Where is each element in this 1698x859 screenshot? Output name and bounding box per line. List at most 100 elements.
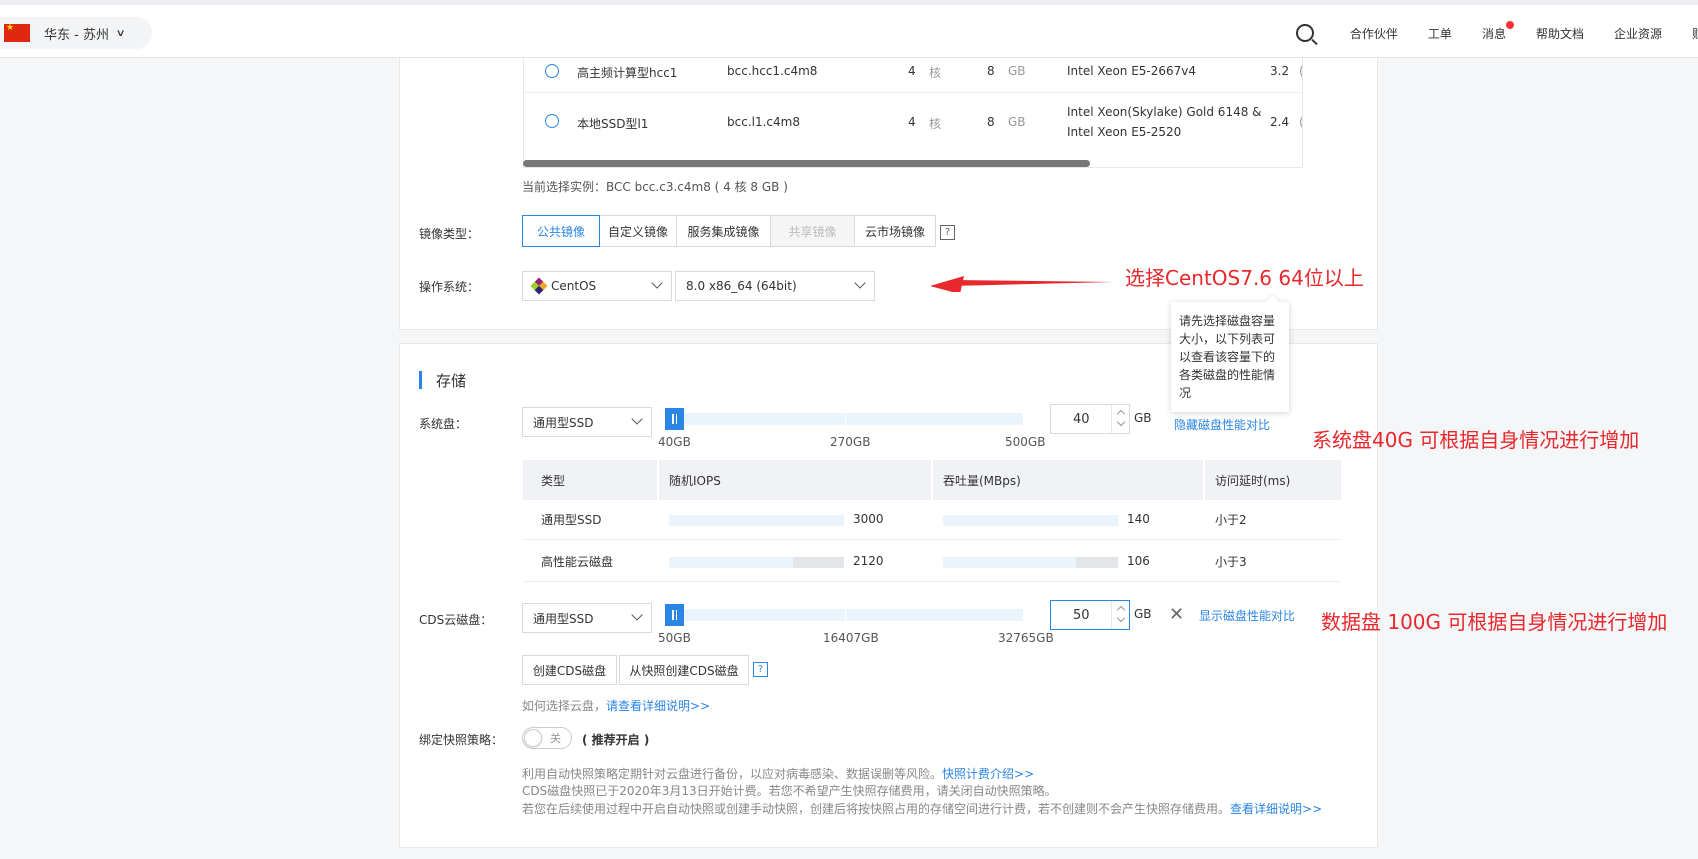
horizontal-scrollbar[interactable] (523, 160, 1090, 167)
iops-bar (669, 557, 844, 568)
slider-max-label: 32765GB (998, 631, 1054, 645)
snapshot-note-3-text: 若您在后续使用过程中开启自动快照或创建手动快照，创建后将按快照占用的存储空间进行… (522, 802, 1231, 816)
tab-public-image[interactable]: 公共镜像 (522, 215, 600, 247)
os-version-value: 8.0 x86_64 (64bit) (686, 279, 797, 293)
snapshot-billing-link[interactable]: 快照计费介绍>> (942, 767, 1034, 781)
table-row[interactable]: 高主频计算型hcc1 bcc.hcc1.c4m8 4 核 8 GB Intel … (524, 58, 1302, 93)
help-icon[interactable]: ? (753, 662, 768, 677)
stepper-icon[interactable] (1111, 601, 1129, 629)
snapshot-note-2: CDS磁盘快照已于2020年3月13日开始计费。若您不希望产生快照存储费用，请关… (522, 784, 1057, 798)
slider-separator (845, 609, 846, 621)
perf-latency: 小于2 (1215, 513, 1247, 527)
os-distro-value: CentOS (551, 279, 597, 293)
os-label: 操作系统： (419, 280, 480, 294)
china-flag-icon (4, 23, 30, 42)
table-row: 通用型SSD 3000 140 小于2 (523, 498, 1341, 540)
cds-disk-unit: GB (1134, 607, 1152, 621)
instance-radio[interactable] (545, 114, 559, 128)
perf-iops: 2120 (853, 554, 884, 568)
tab-service-image[interactable]: 服务集成镜像 (676, 215, 771, 247)
nav-partners[interactable]: 合作伙伴 (1350, 25, 1398, 42)
chevron-down-icon (631, 609, 643, 621)
snapshot-toggle[interactable]: 关 (522, 727, 572, 749)
top-navbar: 华东 - 苏州 ∨ 合作伙伴 工单 消息 帮助文档 企业资源 财 (0, 0, 1698, 58)
snapshot-label: 绑定快照策略： (419, 733, 504, 747)
hide-disk-perf-link[interactable]: 隐藏磁盘性能对比 (1174, 416, 1270, 433)
nav-help-docs[interactable]: 帮助文档 (1536, 25, 1584, 42)
help-icon[interactable]: ? (940, 225, 955, 240)
system-disk-unit: GB (1134, 411, 1152, 425)
disk-tooltip: 请先选择磁盘容量大小，以下列表可以查看该容量下的各类磁盘的性能情况 (1171, 302, 1289, 412)
column-separator (657, 460, 659, 500)
system-disk-size-value: 40 (1073, 411, 1090, 427)
slider-max-label: 500GB (1005, 435, 1046, 449)
nav-messages-label: 消息 (1481, 26, 1506, 41)
create-cds-from-snapshot-button[interactable]: 从快照创建CDS磁盘 (619, 655, 749, 685)
annotation-data-disk: 数据盘 100G 可根据自身情况进行增加 (1321, 610, 1668, 634)
perf-type: 高性能云磁盘 (541, 555, 614, 569)
chevron-down-icon: ∨ (115, 27, 126, 39)
instance-name: 高主频计算型hcc1 (577, 66, 678, 80)
nav-messages[interactable]: 消息 (1481, 20, 1514, 42)
chevron-down-icon (631, 413, 643, 425)
toggle-label: 关 (550, 732, 561, 745)
tab-marketplace-image[interactable]: 云市场镜像 (854, 215, 936, 247)
perf-type: 通用型SSD (541, 513, 602, 527)
system-disk-slider-handle[interactable] (665, 408, 684, 430)
instance-processor-line1: Intel Xeon(Skylake) Gold 6148 & (1067, 105, 1262, 119)
region-selector[interactable]: 华东 - 苏州 ∨ (0, 17, 152, 49)
system-disk-type-select[interactable]: 通用型SSD (522, 407, 652, 437)
instance-cpu: 4 (908, 64, 916, 78)
table-row[interactable]: 本地SSD型l1 bcc.l1.c4m8 4 核 8 GB Intel Xeon… (524, 93, 1302, 157)
iops-bar-fill (669, 557, 794, 568)
cds-disk-slider[interactable] (665, 609, 1023, 621)
instance-frequency: 2.4 (1270, 115, 1290, 129)
perf-header-iops: 随机IOPS (669, 474, 721, 488)
column-separator (931, 460, 933, 500)
red-arrow-icon (930, 276, 1114, 292)
instance-cpu-unit: 核 (929, 117, 942, 131)
instance-table: 高主频计算型hcc1 bcc.hcc1.c4m8 4 核 8 GB Intel … (523, 58, 1303, 168)
column-separator (1203, 460, 1205, 500)
perf-throughput: 106 (1127, 554, 1150, 568)
close-icon[interactable]: ✕ (1169, 604, 1184, 625)
instance-processor: Intel Xeon E5-2667v4 (1067, 64, 1197, 78)
nav-finance[interactable]: 财 (1692, 25, 1698, 42)
show-disk-perf-link[interactable]: 显示磁盘性能对比 (1199, 607, 1295, 624)
perf-header-throughput: 吞吐量(MBps) (943, 474, 1021, 488)
system-disk-label: 系统盘： (419, 417, 468, 431)
top-nav-links: 合作伙伴 工单 消息 帮助文档 企业资源 财 (1295, 20, 1698, 44)
system-disk-slider[interactable] (665, 413, 1023, 425)
tab-shared-image: 共享镜像 (770, 215, 855, 247)
iops-bar (669, 515, 844, 526)
os-version-select[interactable]: 8.0 x86_64 (64bit) (675, 271, 875, 301)
perf-latency: 小于3 (1215, 555, 1247, 569)
cds-disk-slider-handle[interactable] (665, 604, 684, 626)
annotation-system-disk: 系统盘40G 可根据自身情况进行增加 (1312, 428, 1640, 452)
os-distro-select[interactable]: CentOS (522, 271, 672, 301)
system-disk-size-input[interactable]: 40 (1050, 404, 1130, 434)
cds-disk-type-select[interactable]: 通用型SSD (522, 603, 652, 633)
centos-logo-icon (530, 277, 548, 295)
instance-extra: ( (1299, 115, 1302, 129)
instance-spec: bcc.hcc1.c4m8 (727, 64, 818, 78)
instance-cpu-unit: 核 (929, 66, 942, 80)
search-icon[interactable] (1295, 24, 1314, 42)
nav-enterprise-resources[interactable]: 企业资源 (1614, 25, 1662, 42)
create-cds-button[interactable]: 创建CDS磁盘 (522, 655, 617, 685)
instance-processor-line2: Intel Xeon E5-2520 (1067, 125, 1182, 139)
recommend-label: ( 推荐开启 ) (582, 733, 650, 747)
nav-tickets[interactable]: 工单 (1428, 25, 1452, 42)
stepper-icon[interactable] (1111, 405, 1129, 433)
toggle-knob (524, 729, 542, 747)
instance-mem-unit: GB (1008, 64, 1026, 78)
snapshot-note-1-text: 利用自动快照策略定期针对云盘进行备份，以应对病毒感染、数据误删等风险。 (522, 767, 943, 781)
details-link[interactable]: 请查看详细说明>> (606, 699, 710, 713)
system-disk-type-value: 通用型SSD (533, 415, 594, 430)
snapshot-details-link[interactable]: 查看详细说明>> (1230, 802, 1322, 816)
cds-disk-size-input[interactable]: 50 (1050, 600, 1130, 630)
instance-radio[interactable] (545, 64, 559, 78)
perf-table-header: 类型 随机IOPS 吞吐量(MBps) 访问延时(ms) (523, 460, 1341, 500)
notification-dot (1505, 20, 1514, 29)
tab-custom-image[interactable]: 自定义镜像 (599, 215, 677, 247)
